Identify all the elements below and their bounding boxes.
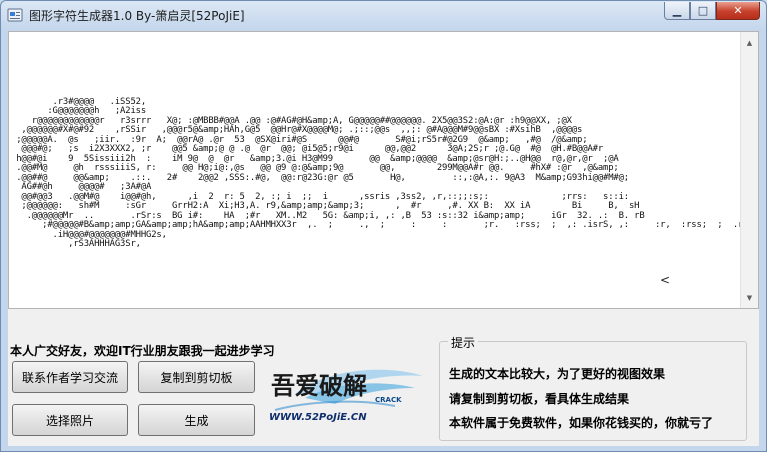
window-title: 图形字符生成器1.0 By-箫启灵[52PoJiE] — [29, 9, 245, 23]
maximize-button[interactable]: □ — [690, 2, 716, 20]
vertical-scrollbar[interactable]: ▲ ▼ — [740, 32, 758, 308]
select-photo-label: 选择照片 — [45, 413, 94, 428]
friend-label: 本人广交好友，欢迎IT行业朋友跟我一起进步学习 — [10, 344, 275, 358]
client-area: .r3#@@@@ .iSS52, :G@@@@@@@h ;A2iss r@@@@… — [8, 31, 759, 446]
close-icon: ✕ — [733, 4, 743, 17]
scroll-up-icon[interactable]: ▲ — [741, 34, 758, 51]
logo-url-text: WWW.52PoJiE.CN — [269, 412, 367, 423]
output-textarea[interactable]: .r3#@@@@ .iSS52, :G@@@@@@@h ;A2iss r@@@@… — [8, 31, 759, 309]
app-window: 图形字符生成器1.0 By-箫启灵[52PoJiE] ▁ □ ✕ .r3#@@@… — [0, 0, 767, 452]
contact-author-button[interactable]: 联系作者学习交流 — [12, 361, 128, 393]
logo-sub-text: CRACK — [375, 396, 402, 404]
select-photo-button[interactable]: 选择照片 — [12, 404, 128, 436]
title-bar[interactable]: 图形字符生成器1.0 By-箫启灵[52PoJiE] ▁ □ ✕ — [1, 1, 766, 29]
text-caret: < — [660, 273, 671, 287]
minimize-button[interactable]: ▁ — [664, 2, 690, 20]
scroll-down-icon[interactable]: ▼ — [741, 289, 758, 306]
copy-to-clipboard-button[interactable]: 复制到剪切板 — [138, 361, 255, 393]
tip-line-2: 请复制到剪切板，看具体生成结果 — [449, 392, 630, 406]
tip-line-1: 生成的文本比较大，为了更好的视图效果 — [449, 367, 666, 381]
ascii-art-output: .r3#@@@@ .iSS52, :G@@@@@@@h ;A2iss r@@@@… — [16, 96, 744, 249]
tips-group: 提示 生成的文本比较大，为了更好的视图效果 请复制到剪切板，看具体生成结果 本软… — [439, 334, 747, 441]
copy-to-clipboard-label: 复制到剪切板 — [160, 370, 233, 385]
logo-main-text: 吾爱破解 — [271, 371, 367, 400]
contact-author-label: 联系作者学习交流 — [21, 370, 118, 385]
generate-label: 生成 — [184, 413, 209, 428]
close-button[interactable]: ✕ — [716, 2, 760, 20]
tips-legend: 提示 — [448, 334, 479, 351]
minimize-icon: ▁ — [672, 4, 682, 17]
generate-button[interactable]: 生成 — [138, 404, 255, 436]
52pojie-logo: 吾爱破解 CRACK WWW.52PoJiE.CN — [269, 369, 423, 423]
maximize-icon: □ — [697, 4, 709, 17]
app-icon — [7, 8, 23, 22]
tip-line-3: 本软件属于免费软件，如果你花钱买的，你就亏了 — [449, 416, 714, 430]
window-controls: ▁ □ ✕ — [664, 2, 760, 21]
